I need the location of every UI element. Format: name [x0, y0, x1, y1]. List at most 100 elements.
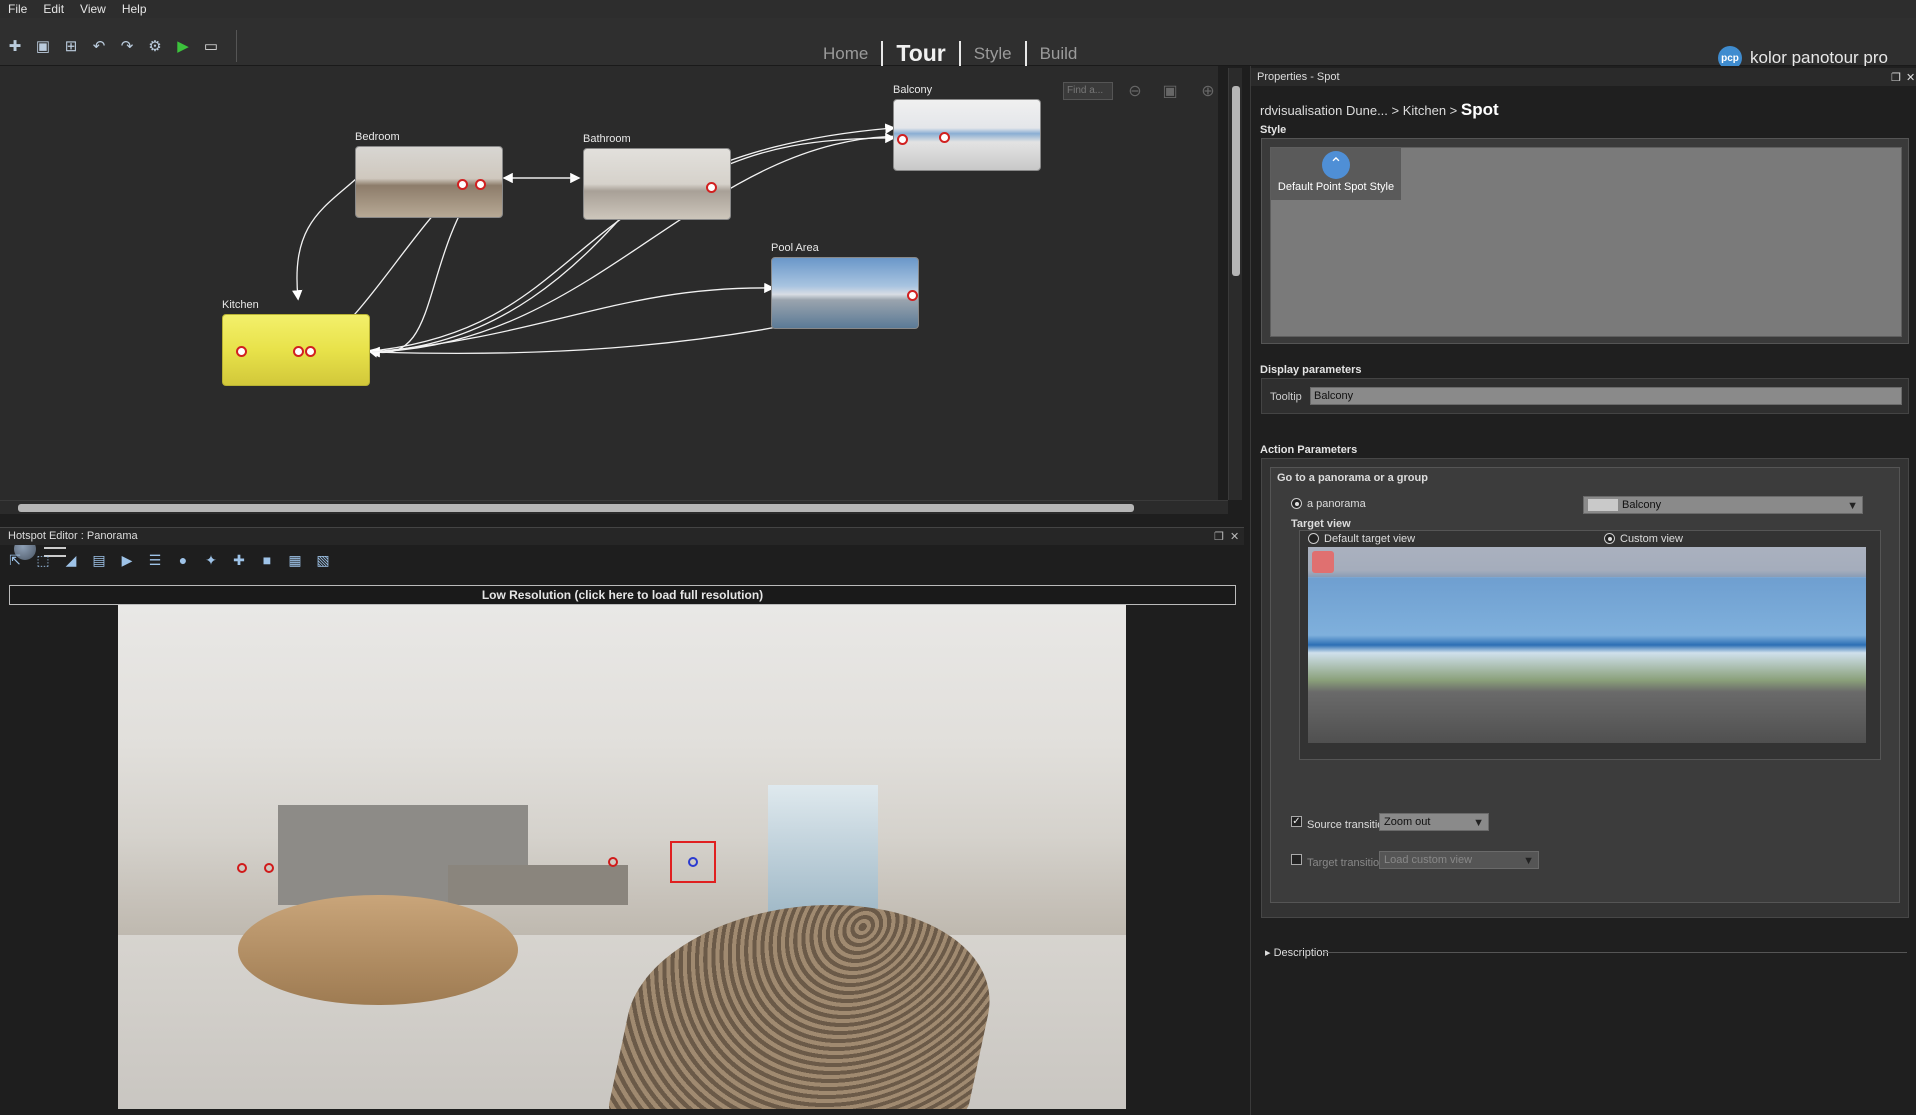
breadcrumb-path[interactable]: rdvisualisation Dune... > Kitchen >: [1260, 103, 1461, 118]
source-transition-value: Zoom out: [1384, 816, 1431, 828]
target-view-preview[interactable]: [1308, 547, 1866, 743]
action-section-title: Action Parameters: [1260, 444, 1358, 456]
hotspot-marker[interactable]: [688, 857, 698, 867]
undock-icon[interactable]: ❐: [1891, 71, 1901, 84]
graph-search-input[interactable]: Find a...: [1063, 82, 1113, 100]
add-video-spot-icon[interactable]: ▶: [116, 550, 138, 570]
rect-select-icon[interactable]: ⬚: [32, 550, 54, 570]
hotspot-marker[interactable]: [237, 863, 247, 873]
add-panorama-icon[interactable]: ⊞: [60, 35, 82, 57]
add-panorama-spot-icon[interactable]: ▧: [312, 550, 334, 570]
add-spot-icon[interactable]: ✚: [228, 550, 250, 570]
tour-graph[interactable]: Bedroom Bathroom Balcony Pool Area Kitch…: [0, 66, 1218, 560]
tab-build[interactable]: Build: [1027, 44, 1091, 64]
close-icon[interactable]: ✕: [1906, 71, 1915, 84]
target-transition-label: Target transition: [1307, 857, 1386, 869]
add-photo-icon[interactable]: ▦: [284, 550, 306, 570]
point-spot-icon: ⌃: [1322, 151, 1350, 179]
gear-icon[interactable]: ⚙: [144, 35, 166, 57]
hotspot-marker[interactable]: [475, 179, 486, 190]
panorama-view[interactable]: [118, 605, 1126, 1109]
graph-horizontal-scrollbar[interactable]: [0, 500, 1228, 514]
node-thumbnail: [893, 99, 1041, 171]
hotspot-marker[interactable]: [608, 857, 618, 867]
breadcrumb-current: Spot: [1460, 100, 1499, 119]
tab-tour[interactable]: Tour: [883, 40, 958, 67]
node-pool-area[interactable]: Pool Area: [771, 242, 919, 329]
load-full-resolution-button[interactable]: Low Resolution (click here to load full …: [9, 585, 1236, 605]
target-view-group: Default target view Custom view: [1299, 530, 1881, 760]
hotspot-marker[interactable]: [264, 863, 274, 873]
hotspot-toolbar: ⇱ ⬚ ◢ ▤ ▶ ☰ ● ✦ ✚ ■ ▦ ▧: [4, 550, 334, 570]
node-kitchen[interactable]: Kitchen: [222, 299, 370, 386]
pano-dining-table: [238, 895, 518, 1005]
menu-help[interactable]: Help: [114, 2, 155, 16]
add-sound-spot-icon[interactable]: ●: [172, 550, 194, 570]
link-kitchen-pool: [371, 282, 775, 353]
display-section-title: Display parameters: [1260, 364, 1362, 376]
source-transition-label: Source transition: [1307, 819, 1390, 831]
hotspot-marker[interactable]: [236, 346, 247, 357]
hotspot-marker[interactable]: [939, 132, 950, 143]
undock-icon[interactable]: ❐: [1214, 530, 1224, 543]
menu-edit[interactable]: Edit: [35, 2, 72, 16]
selected-hotspot[interactable]: [670, 841, 716, 883]
menu-bar: File Edit View Help: [0, 0, 1916, 18]
breadcrumb: rdvisualisation Dune... > Kitchen > Spot: [1260, 100, 1499, 120]
add-star-spot-icon[interactable]: ✦: [200, 550, 222, 570]
menu-view[interactable]: View: [72, 2, 114, 16]
node-thumbnail: [355, 146, 503, 218]
hotspot-marker[interactable]: [897, 134, 908, 145]
zoom-out-icon[interactable]: ⊖: [1125, 82, 1145, 102]
tab-home[interactable]: Home: [810, 44, 881, 64]
chevron-down-icon: ▼: [1473, 817, 1484, 829]
add-polygon-icon[interactable]: ■: [256, 550, 278, 570]
zoom-in-icon[interactable]: ⊕: [1198, 82, 1218, 102]
radio-panorama[interactable]: [1291, 498, 1302, 509]
node-bathroom[interactable]: Bathroom: [583, 133, 731, 220]
add-text-spot-icon[interactable]: ☰: [144, 550, 166, 570]
new-project-icon[interactable]: ✚: [4, 35, 26, 57]
select-tool-icon[interactable]: ⇱: [4, 550, 26, 570]
redo-icon[interactable]: ↷: [116, 35, 138, 57]
close-icon[interactable]: ✕: [1230, 530, 1239, 543]
node-bedroom[interactable]: Bedroom: [355, 131, 503, 218]
target-transition-select: Load custom view ▼: [1379, 851, 1539, 869]
style-section-title: Style: [1260, 124, 1287, 136]
source-transition-select[interactable]: Zoom out ▼: [1379, 813, 1489, 831]
graph-vertical-scrollbar[interactable]: [1228, 68, 1242, 500]
main-toolbar: ✚ ▣ ⊞ ↶ ↷ ⚙ ▶ ▭ Home Tour Style Build pc…: [0, 18, 1916, 70]
node-balcony[interactable]: Balcony: [893, 84, 1041, 171]
description-section[interactable]: ▸ Description: [1265, 946, 1329, 959]
fit-view-icon[interactable]: ▣: [1160, 82, 1180, 102]
properties-titlebar: Properties - Spot ❐ ✕: [1251, 68, 1916, 86]
hotspot-marker[interactable]: [293, 346, 304, 357]
hotspot-marker[interactable]: [305, 346, 316, 357]
scrollbar-thumb[interactable]: [18, 504, 1134, 512]
style-item[interactable]: ⌃ Default Point Spot Style: [1271, 148, 1401, 200]
tooltip-input[interactable]: Balcony: [1310, 387, 1902, 405]
tab-style[interactable]: Style: [961, 44, 1025, 64]
menu-file[interactable]: File: [0, 2, 35, 16]
save-icon[interactable]: ▣: [32, 35, 54, 57]
hotspot-marker[interactable]: [907, 290, 918, 301]
node-label: Bathroom: [583, 133, 631, 145]
panorama-select[interactable]: Balcony ▼: [1583, 496, 1863, 514]
source-transition-checkbox[interactable]: ✓: [1291, 816, 1302, 827]
radio-custom-target[interactable]: [1604, 533, 1615, 544]
chevron-down-icon: ▼: [1847, 500, 1858, 512]
play-icon[interactable]: ▶: [172, 35, 194, 57]
target-marker-icon[interactable]: [1312, 551, 1334, 573]
target-transition-checkbox[interactable]: [1291, 854, 1302, 865]
radio-default-target[interactable]: [1308, 533, 1319, 544]
add-image-spot-icon[interactable]: ▤: [88, 550, 110, 570]
node-thumbnail: [583, 148, 731, 220]
action-parameters: Go to a panorama or a group a panorama B…: [1261, 458, 1909, 918]
undo-icon[interactable]: ↶: [88, 35, 110, 57]
scrollbar-thumb[interactable]: [1232, 86, 1240, 276]
folder-icon[interactable]: ▭: [200, 35, 222, 57]
radio-custom-target-label: Custom view: [1620, 533, 1683, 545]
hotspot-marker[interactable]: [706, 182, 717, 193]
hotspot-marker[interactable]: [457, 179, 468, 190]
add-point-icon[interactable]: ◢: [60, 550, 82, 570]
